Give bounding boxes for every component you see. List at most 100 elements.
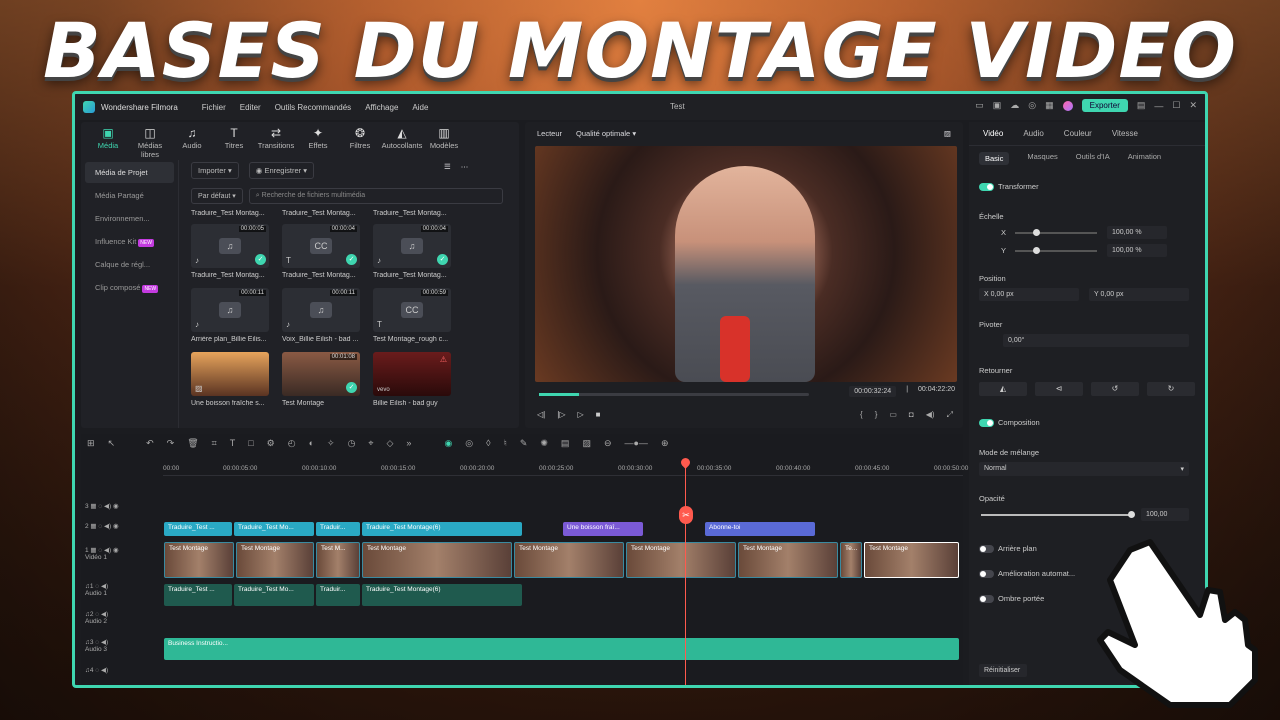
rotation-field[interactable]: 0,00°: [1003, 334, 1189, 347]
video-clip[interactable]: Te...: [840, 542, 862, 578]
media-item[interactable]: 00:00:04 ♫ ♪ ✓: [373, 224, 451, 268]
flip-horizontal-icon[interactable]: ◭: [979, 382, 1027, 396]
video-clip[interactable]: Test Montage: [626, 542, 736, 578]
blend-mode-select[interactable]: Normal ▾: [979, 462, 1189, 476]
headset-icon[interactable]: ◎: [1028, 100, 1036, 111]
enhance-row[interactable]: Amélioration automat...: [979, 569, 1075, 579]
timeline-ruler[interactable]: 00:00 00:00:05:00 00:00:10:00 00:00:15:0…: [163, 462, 968, 476]
media-item-image[interactable]: ▨: [191, 352, 269, 396]
composition-row[interactable]: Composition: [979, 418, 1040, 428]
avatar[interactable]: [1062, 100, 1073, 111]
shadow-toggle[interactable]: [979, 595, 994, 604]
playhead[interactable]: [685, 462, 686, 685]
redo-icon[interactable]: ↷: [167, 438, 175, 449]
subtab-basic[interactable]: Basic: [979, 152, 1010, 165]
ai-cut-icon[interactable]: ✎: [520, 438, 528, 449]
adjust-icon[interactable]: ⚙: [267, 438, 275, 449]
monitor-icon[interactable]: ▭: [975, 100, 984, 111]
title-clip[interactable]: Traduir...: [316, 522, 360, 536]
marker-icon[interactable]: ◎: [465, 438, 473, 449]
play-frame-icon[interactable]: |▷: [557, 410, 565, 419]
quality-dropdown[interactable]: Qualité optimale ▾: [576, 129, 636, 138]
media-item[interactable]: 00:00:05 ♫ ♪ ✓: [191, 224, 269, 268]
video-clip[interactable]: Test Montage: [514, 542, 624, 578]
tab-templates[interactable]: ▥ Modèles: [423, 126, 465, 156]
tab-stickers[interactable]: ◭ Autocollants: [381, 126, 423, 156]
video-clip[interactable]: Test Montage: [236, 542, 314, 578]
media-item[interactable]: 00:00:11 ♫ ♪: [191, 288, 269, 332]
tab-effects[interactable]: ✦ Effets: [297, 126, 339, 156]
mark-in-icon[interactable]: {: [860, 410, 863, 420]
sidebar-item-compound-clip[interactable]: Clip composé NEW: [85, 277, 174, 298]
background-row[interactable]: Arrière plan: [979, 544, 1037, 554]
background-toggle[interactable]: [979, 545, 994, 554]
audio-clip[interactable]: Traduire_Test ...: [164, 584, 232, 606]
menu-tools[interactable]: Outils Recommandés: [275, 103, 351, 112]
cloud-icon[interactable]: ☁: [1010, 100, 1019, 111]
sidebar-item-adjustment-layer[interactable]: Calque de régl...: [85, 254, 174, 275]
slider-knob[interactable]: [1033, 247, 1040, 254]
select-icon[interactable]: ↖: [108, 438, 116, 449]
forward-icon[interactable]: »: [406, 438, 411, 449]
maximize-icon[interactable]: ☐: [1172, 100, 1180, 111]
scale-y-slider[interactable]: [1015, 247, 1097, 254]
video-clip-selected[interactable]: Test Montage: [864, 542, 959, 578]
reset-button[interactable]: Réinitialiser: [979, 664, 1027, 677]
background-music-clip[interactable]: Business Instructio...: [164, 638, 959, 660]
enhance-toggle[interactable]: [979, 570, 994, 579]
mark-out-icon[interactable]: }: [875, 410, 878, 420]
video-clip[interactable]: Test Montage: [738, 542, 838, 578]
tab-stock-media[interactable]: ◫ Médias libres: [129, 126, 171, 159]
ai-icon[interactable]: ✧: [327, 438, 335, 449]
audio-clip[interactable]: Traduir...: [316, 584, 360, 606]
composition-toggle[interactable]: [979, 419, 994, 428]
menu-file[interactable]: Fichier: [202, 103, 226, 112]
prev-frame-icon[interactable]: ◁|: [537, 410, 545, 419]
minimize-icon[interactable]: —: [1154, 101, 1163, 111]
scissors-icon[interactable]: ✂: [679, 506, 693, 524]
audio-clip[interactable]: Traduire_Test Montage(6): [362, 584, 522, 606]
scale-y-field[interactable]: 100,00 %: [1107, 244, 1167, 257]
video-clip[interactable]: Test Montage: [362, 542, 512, 578]
title-clip[interactable]: Traduire_Test ...: [164, 522, 232, 536]
media-item-video[interactable]: vevo ⚠: [373, 352, 451, 396]
stop-icon[interactable]: ■: [596, 410, 601, 419]
media-item-video[interactable]: 00:01:08 ✓: [282, 352, 360, 396]
camera-icon[interactable]: ◘: [909, 410, 914, 420]
flip-vertical-icon[interactable]: ⊲: [1035, 382, 1083, 396]
position-x-field[interactable]: X 0,00 px: [979, 288, 1079, 301]
media-search-input[interactable]: ⌕ Recherche de fichiers multimédia: [248, 188, 503, 204]
subtab-masks[interactable]: Masques: [1027, 152, 1057, 165]
image-clip[interactable]: Une boisson fraî...: [563, 522, 643, 536]
zoom-out-icon[interactable]: ⊖: [604, 438, 612, 449]
more-icon[interactable]: ⋯: [461, 162, 469, 179]
filter-icon[interactable]: ☰: [444, 162, 451, 179]
transformer-toggle[interactable]: [979, 183, 994, 192]
position-y-field[interactable]: Y 0,00 px: [1089, 288, 1189, 301]
close-icon[interactable]: ✕: [1189, 100, 1197, 111]
color-icon[interactable]: ◐: [309, 438, 314, 449]
sidebar-item-environment[interactable]: Environnemen...: [85, 208, 174, 229]
zoom-in-icon[interactable]: ⊕: [661, 438, 669, 449]
tab-media[interactable]: ▣ Média: [87, 126, 129, 156]
rotate-right-icon[interactable]: ↻: [1147, 382, 1195, 396]
play-icon[interactable]: ▷: [577, 410, 583, 419]
volume-icon[interactable]: ◀): [926, 410, 935, 420]
sidebar-item-shared-media[interactable]: Média Partagé: [85, 185, 174, 206]
tag-icon[interactable]: ◇: [387, 438, 394, 449]
fullscreen-icon[interactable]: ⤢: [947, 410, 953, 420]
shield-icon[interactable]: ◊: [486, 438, 490, 449]
tab-audio[interactable]: Audio: [1023, 129, 1043, 138]
sidebar-item-influence-kit[interactable]: Influence Kit NEW: [85, 231, 174, 252]
layout-icon[interactable]: ⊞: [87, 438, 95, 449]
video-clip[interactable]: Test Montage: [164, 542, 234, 578]
menu-help[interactable]: Aide: [412, 103, 428, 112]
menu-view[interactable]: Affichage: [365, 103, 398, 112]
scale-x-slider[interactable]: [1015, 229, 1097, 236]
preview-scrubber[interactable]: [539, 393, 809, 396]
media-item[interactable]: 00:00:04 CC T ✓: [282, 224, 360, 268]
auto-icon[interactable]: ✺: [540, 438, 548, 449]
speed-icon[interactable]: ◴: [288, 438, 296, 449]
stabilize-icon[interactable]: ⌖: [368, 438, 373, 449]
slider-knob[interactable]: [1033, 229, 1040, 236]
